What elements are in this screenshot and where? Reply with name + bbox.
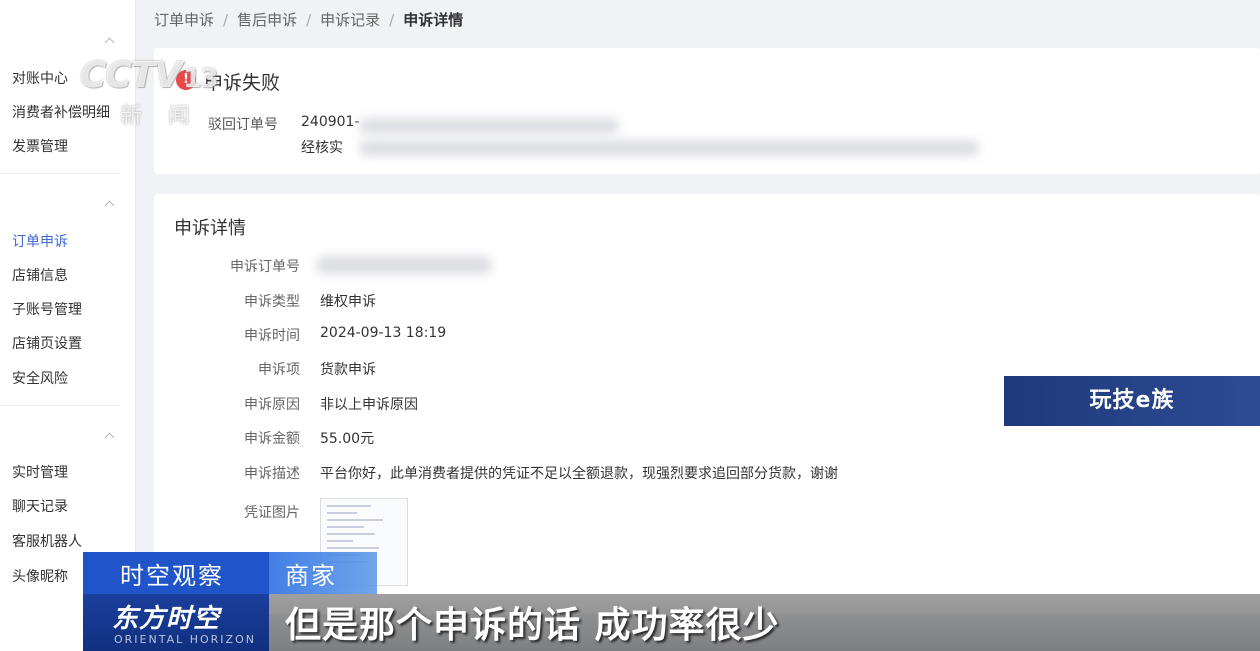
sidebar-item-avatar-nickname[interactable]: 头像昵称 [12, 566, 68, 586]
sidebar-item-order-appeal[interactable]: 订单申诉 [12, 231, 68, 251]
redacted-block [359, 118, 619, 134]
detail-value-time: 2024-09-13 18:19 [320, 325, 447, 341]
cctv-news-char: 新 [120, 104, 143, 129]
cctv-logo: CCTV13 [80, 55, 218, 96]
detail-label-reason: 申诉原因 [244, 397, 300, 413]
sidebar-item-realtime[interactable]: 实时管理 [12, 462, 68, 482]
detail-label-description: 申诉描述 [244, 466, 300, 482]
breadcrumb-after-sales[interactable]: 售后申诉 [237, 9, 297, 30]
detail-title: 申诉详情 [174, 218, 246, 239]
reject-order-label: 驳回订单号 [208, 117, 278, 133]
detail-value-item: 货款申诉 [320, 362, 376, 378]
sidebar-item-reconciliation[interactable]: 对账中心 [12, 68, 68, 88]
redacted-block [316, 256, 492, 274]
detail-value-description: 平台你好，此单消费者提供的凭证不足以全额退款，现强烈要求追回部分货款，谢谢 [320, 466, 838, 482]
lower-third-speaker: 商家 [285, 562, 337, 590]
breadcrumb: 订单申诉 / 售后申诉 / 申诉记录 / 申诉详情 [154, 9, 463, 30]
reject-reason-value: 经核实 [301, 140, 343, 156]
show-name-english: ORIENTAL HORIZON [114, 633, 256, 646]
sidebar-item-store-info[interactable]: 店铺信息 [12, 265, 68, 285]
detail-value-amount: 55.00元 [320, 431, 375, 447]
breadcrumb-order-appeal[interactable]: 订单申诉 [154, 9, 214, 30]
detail-label-time: 申诉时间 [244, 328, 300, 344]
program-badge: 玩技e族 [1004, 376, 1260, 426]
sidebar-item-store-page[interactable]: 店铺页设置 [12, 333, 82, 353]
reject-order-value: 240901- [301, 114, 360, 130]
appeal-result-card: ! 申诉失败 驳回订单号 240901- 经核实 [154, 48, 1260, 174]
detail-label-order-no: 申诉订单号 [230, 259, 300, 275]
detail-value-reason: 非以上申诉原因 [320, 397, 418, 413]
sidebar-item-chat-history[interactable]: 聊天记录 [12, 496, 68, 516]
breadcrumb-separator: / [223, 11, 229, 29]
detail-value-type: 维权申诉 [320, 294, 376, 310]
sidebar-divider [0, 405, 120, 406]
detail-label-amount: 申诉金额 [244, 431, 300, 447]
show-name: 东方时空 [112, 604, 221, 634]
sidebar-item-bot[interactable]: 客服机器人 [12, 531, 82, 551]
breadcrumb-separator: / [306, 11, 312, 29]
sidebar-item-sub-accounts[interactable]: 子账号管理 [12, 299, 82, 319]
breadcrumb-records[interactable]: 申诉记录 [320, 9, 380, 30]
detail-label-type: 申诉类型 [244, 294, 300, 310]
chevron-up-icon[interactable] [105, 36, 115, 46]
redacted-block [359, 140, 979, 156]
detail-label-evidence: 凭证图片 [244, 505, 300, 521]
chevron-up-icon[interactable] [105, 199, 115, 209]
sidebar-divider [0, 173, 120, 174]
detail-label-item: 申诉项 [258, 362, 300, 378]
lower-third-section: 时空观察 [120, 562, 224, 590]
sidebar-item-consumer-compensation[interactable]: 消费者补偿明细 [12, 102, 110, 122]
chevron-up-icon[interactable] [105, 431, 115, 441]
sidebar-item-security-risk[interactable]: 安全风险 [12, 368, 68, 388]
breadcrumb-current: 申诉详情 [403, 11, 464, 29]
breadcrumb-separator: / [389, 11, 395, 29]
subtitle-caption: 但是那个申诉的话 成功率很少 [285, 605, 780, 646]
cctv-news-char: 闻 [168, 104, 191, 129]
sidebar-item-invoice[interactable]: 发票管理 [12, 136, 68, 156]
